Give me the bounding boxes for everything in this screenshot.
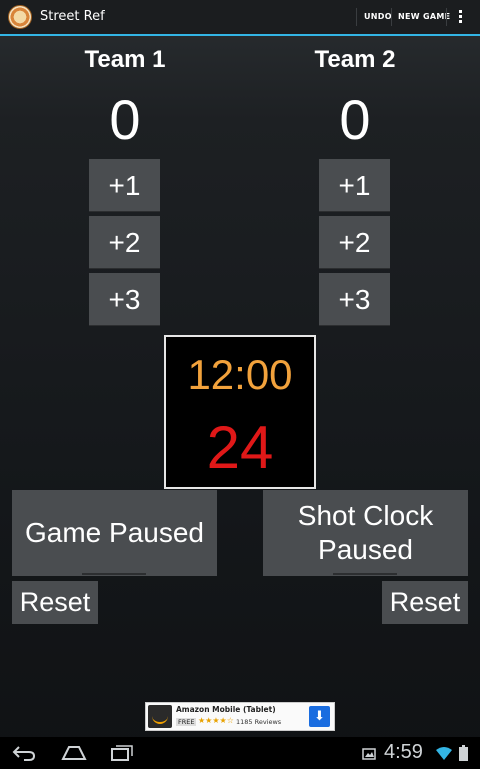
team-2-name: Team 2 xyxy=(314,46,396,73)
team-2-add-3-button[interactable]: +3 xyxy=(319,273,390,326)
ad-title: Amazon Mobile (Tablet) xyxy=(176,705,276,714)
game-clock: 12:00 xyxy=(187,351,293,398)
battery-icon xyxy=(459,745,468,761)
divider xyxy=(391,8,392,26)
team-1-add-3-button[interactable]: +3 xyxy=(89,273,160,326)
button-indicator xyxy=(333,573,397,575)
app-title: Street Ref xyxy=(40,9,105,24)
clock-display: 12:00 24 xyxy=(164,335,316,489)
team-2-add-2-button[interactable]: +2 xyxy=(319,216,390,269)
new-game-button[interactable]: NEW GAME xyxy=(398,12,450,21)
undo-button[interactable]: UNDO xyxy=(364,12,392,21)
download-icon[interactable]: ⬇ xyxy=(309,706,330,727)
system-nav-bar: 4:59 xyxy=(0,737,480,769)
shot-clock-reset-button[interactable]: Reset xyxy=(382,581,468,624)
team-1-name: Team 1 xyxy=(84,46,166,73)
ad-review-count: 1185 Reviews xyxy=(236,718,282,726)
game-clock-toggle-button[interactable]: Game Paused xyxy=(12,490,217,576)
team-1-add-2-button[interactable]: +2 xyxy=(89,216,160,269)
game-clock-toggle-label: Game Paused xyxy=(25,517,204,548)
ad-banner[interactable]: Amazon Mobile (Tablet) FREE ★★★★☆ 1185 R… xyxy=(145,702,335,731)
shot-clock-toggle-label: Shot Clock Paused xyxy=(297,500,434,565)
home-icon[interactable] xyxy=(60,745,88,761)
game-clock-reset-button[interactable]: Reset xyxy=(12,581,98,624)
divider xyxy=(356,8,357,26)
team-1-add-1-button[interactable]: +1 xyxy=(89,159,160,212)
wifi-icon xyxy=(436,747,452,760)
action-bar: Street Ref UNDO NEW GAME xyxy=(0,0,480,36)
recent-apps-icon[interactable] xyxy=(110,745,134,761)
status-time: 4:59 xyxy=(384,741,423,763)
ad-rating-stars: ★★★★☆ xyxy=(198,716,234,725)
divider xyxy=(446,8,447,26)
team-2-score: 0 xyxy=(339,88,371,151)
back-icon[interactable] xyxy=(12,745,36,761)
team-1-score: 0 xyxy=(109,88,141,151)
screenshot-notification-icon xyxy=(362,748,376,760)
shot-clock: 24 xyxy=(206,414,274,481)
overflow-menu-icon[interactable] xyxy=(456,10,464,26)
shot-clock-toggle-button[interactable]: Shot Clock Paused xyxy=(263,490,468,576)
app-logo-icon[interactable] xyxy=(8,5,32,29)
amazon-logo-icon xyxy=(148,705,172,728)
team-2-add-1-button[interactable]: +1 xyxy=(319,159,390,212)
ad-price-badge: FREE xyxy=(176,718,197,726)
button-indicator xyxy=(82,573,146,575)
